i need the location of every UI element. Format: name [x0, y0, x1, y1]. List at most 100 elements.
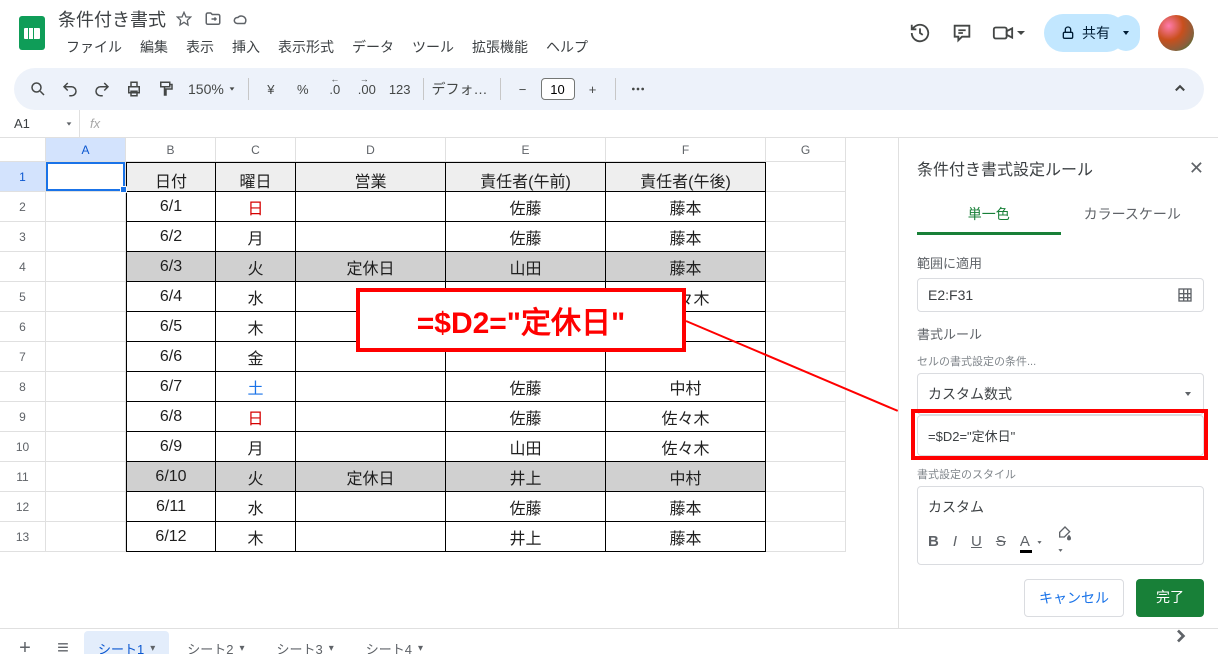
done-button[interactable]: 完了: [1136, 579, 1204, 617]
cell[interactable]: [46, 462, 126, 492]
zoom-select[interactable]: 150%: [184, 75, 240, 103]
row-header[interactable]: 7: [0, 342, 46, 372]
row-header[interactable]: 6: [0, 312, 46, 342]
cell[interactable]: [766, 162, 846, 192]
data-cell[interactable]: 水: [216, 492, 296, 522]
data-cell[interactable]: 藤本: [606, 252, 766, 282]
tab-color-scale[interactable]: カラースケール: [1061, 196, 1205, 235]
meet-icon[interactable]: [992, 21, 1026, 45]
cell[interactable]: [766, 192, 846, 222]
cell[interactable]: [46, 492, 126, 522]
grid-select-icon[interactable]: [1177, 287, 1193, 303]
cloud-status-icon[interactable]: [232, 10, 250, 28]
sheet-tab[interactable]: シート3 ▾: [263, 631, 348, 654]
cell[interactable]: [766, 492, 846, 522]
data-cell[interactable]: 日: [216, 192, 296, 222]
data-cell[interactable]: 木: [216, 522, 296, 552]
collapse-toolbar-icon[interactable]: [1166, 75, 1194, 103]
data-cell[interactable]: 責任者(午後): [606, 162, 766, 192]
data-cell[interactable]: 井上: [446, 522, 606, 552]
cell[interactable]: [46, 222, 126, 252]
underline-button[interactable]: U: [971, 533, 982, 550]
cell[interactable]: [766, 402, 846, 432]
cell[interactable]: [766, 282, 846, 312]
currency-button[interactable]: ¥: [257, 75, 285, 103]
document-title[interactable]: 条件付き書式: [58, 6, 166, 32]
cell[interactable]: [46, 252, 126, 282]
history-icon[interactable]: [908, 21, 932, 45]
data-cell[interactable]: 曜日: [216, 162, 296, 192]
data-cell[interactable]: 山田: [446, 432, 606, 462]
data-cell[interactable]: 6/1: [126, 192, 216, 222]
row-header[interactable]: 9: [0, 402, 46, 432]
row-header[interactable]: 13: [0, 522, 46, 552]
data-cell[interactable]: 6/3: [126, 252, 216, 282]
explore-button[interactable]: [1164, 622, 1192, 650]
app-logo-icon[interactable]: [14, 15, 50, 51]
data-cell[interactable]: 日: [216, 402, 296, 432]
data-cell[interactable]: 火: [216, 252, 296, 282]
fill-color-button[interactable]: [1057, 525, 1073, 558]
print-icon[interactable]: [120, 75, 148, 103]
all-sheets-button[interactable]: ≡: [46, 632, 80, 654]
number-format-button[interactable]: 123: [385, 75, 415, 103]
cell[interactable]: [46, 282, 126, 312]
data-cell[interactable]: [296, 192, 446, 222]
menu-表示[interactable]: 表示: [178, 34, 222, 60]
percent-button[interactable]: %: [289, 75, 317, 103]
data-cell[interactable]: 山田: [446, 252, 606, 282]
row-header[interactable]: 8: [0, 372, 46, 402]
sheet-tab[interactable]: シート1 ▾: [84, 631, 169, 654]
cell[interactable]: [766, 372, 846, 402]
data-cell[interactable]: 6/6: [126, 342, 216, 372]
data-cell[interactable]: 佐藤: [446, 372, 606, 402]
cell[interactable]: [766, 252, 846, 282]
row-header[interactable]: 2: [0, 192, 46, 222]
data-cell[interactable]: 日付: [126, 162, 216, 192]
cell[interactable]: [46, 312, 126, 342]
account-avatar[interactable]: [1158, 15, 1194, 51]
data-cell[interactable]: 佐藤: [446, 222, 606, 252]
menu-編集[interactable]: 編集: [132, 34, 176, 60]
data-cell[interactable]: 佐々木: [606, 432, 766, 462]
menu-ツール[interactable]: ツール: [404, 34, 462, 60]
data-cell[interactable]: [296, 432, 446, 462]
spreadsheet-grid[interactable]: ABCDEFG 1日付曜日営業責任者(午前)責任者(午後)26/1日佐藤藤本36…: [0, 138, 898, 628]
data-cell[interactable]: 6/5: [126, 312, 216, 342]
sheet-tab[interactable]: シート2 ▾: [173, 631, 258, 654]
data-cell[interactable]: 月: [216, 432, 296, 462]
data-cell[interactable]: 藤本: [606, 192, 766, 222]
font-size-decrease[interactable]: −: [509, 75, 537, 103]
data-cell[interactable]: 金: [216, 342, 296, 372]
close-panel-icon[interactable]: ✕: [1189, 158, 1204, 179]
data-cell[interactable]: 6/4: [126, 282, 216, 312]
star-icon[interactable]: [176, 10, 194, 28]
data-cell[interactable]: 定休日: [296, 252, 446, 282]
move-folder-icon[interactable]: [204, 10, 222, 28]
bold-button[interactable]: B: [928, 533, 939, 550]
range-input-row[interactable]: E2:F31: [917, 278, 1204, 312]
row-header[interactable]: 5: [0, 282, 46, 312]
paint-format-icon[interactable]: [152, 75, 180, 103]
row-header[interactable]: 11: [0, 462, 46, 492]
data-cell[interactable]: 中村: [606, 462, 766, 492]
col-header-A[interactable]: A: [46, 138, 126, 162]
col-header-E[interactable]: E: [446, 138, 606, 162]
data-cell[interactable]: [296, 372, 446, 402]
cell[interactable]: [46, 402, 126, 432]
data-cell[interactable]: [296, 222, 446, 252]
cell[interactable]: [766, 222, 846, 252]
col-header-B[interactable]: B: [126, 138, 216, 162]
data-cell[interactable]: 月: [216, 222, 296, 252]
share-dropdown[interactable]: [1112, 15, 1140, 51]
data-cell[interactable]: 水: [216, 282, 296, 312]
col-header-D[interactable]: D: [296, 138, 446, 162]
data-cell[interactable]: [296, 402, 446, 432]
more-tools-icon[interactable]: [624, 75, 652, 103]
font-select[interactable]: デフォ…: [432, 75, 492, 103]
name-box[interactable]: A1: [0, 110, 80, 137]
menu-データ[interactable]: データ: [344, 34, 402, 60]
increase-decimal-button[interactable]: →.00: [353, 75, 381, 103]
data-cell[interactable]: 火: [216, 462, 296, 492]
cell[interactable]: [46, 342, 126, 372]
